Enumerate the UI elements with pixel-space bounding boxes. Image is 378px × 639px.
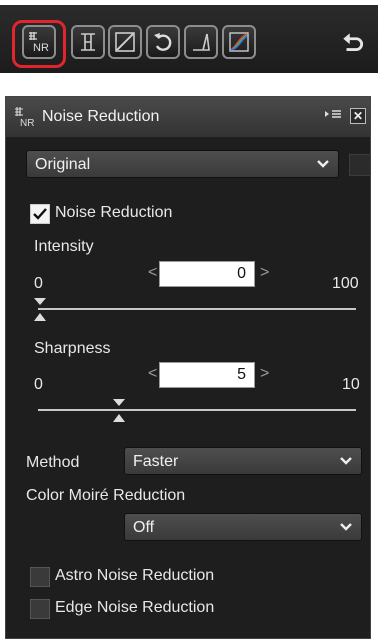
checkmark-icon bbox=[33, 208, 47, 220]
color-moire-label: Color Moiré Reduction bbox=[26, 487, 186, 504]
chevron-down-icon bbox=[340, 457, 352, 465]
intensity-decrement[interactable]: < bbox=[148, 264, 157, 282]
noise-reduction-tool-button[interactable]: NR bbox=[22, 25, 56, 59]
intensity-min: 0 bbox=[34, 275, 43, 292]
preset-apply-checkbox[interactable] bbox=[349, 154, 371, 176]
tool-palette-bar: NR bbox=[0, 0, 378, 78]
panel-title: Noise Reduction bbox=[42, 108, 160, 125]
edge-noise-reduction-checkbox[interactable] bbox=[30, 599, 50, 619]
sharpness-slider-track[interactable] bbox=[38, 409, 356, 411]
perspective-tool-button[interactable] bbox=[71, 25, 105, 59]
intensity-slider-thumb[interactable] bbox=[33, 297, 47, 323]
sharpness-decrement[interactable]: < bbox=[148, 365, 157, 383]
color-moire-value: Off bbox=[133, 519, 155, 536]
noise-reduction-label: Noise Reduction bbox=[55, 204, 173, 221]
noise-reduction-icon: NR bbox=[15, 107, 34, 128]
intensity-slider-track[interactable] bbox=[38, 308, 356, 310]
sharpness-increment[interactable]: > bbox=[260, 365, 269, 383]
levels-curves-tool-button[interactable] bbox=[108, 25, 142, 59]
svg-text:NR: NR bbox=[33, 42, 49, 54]
noise-reduction-icon: NR bbox=[29, 32, 49, 54]
svg-text:NR: NR bbox=[20, 118, 34, 128]
sharpness-slider-thumb[interactable] bbox=[112, 398, 126, 424]
preset-value: Original bbox=[35, 156, 91, 173]
chevron-down-icon bbox=[340, 523, 352, 531]
panel-menu-icon[interactable] bbox=[324, 109, 342, 123]
sharpness-input[interactable]: 5 bbox=[159, 362, 255, 388]
edge-noise-reduction-label: Edge Noise Reduction bbox=[55, 599, 215, 616]
preset-dropdown[interactable]: Original bbox=[26, 150, 339, 178]
astro-noise-reduction-checkbox[interactable] bbox=[30, 567, 50, 587]
panel-header[interactable]: NR Noise Reduction ✕ bbox=[6, 97, 370, 137]
sharpness-min: 0 bbox=[34, 376, 43, 393]
sharpness-label: Sharpness bbox=[34, 340, 111, 357]
close-icon[interactable]: ✕ bbox=[350, 108, 366, 124]
undo-button[interactable] bbox=[338, 27, 368, 57]
method-label: Method bbox=[26, 454, 80, 471]
straighten-tool-button[interactable] bbox=[184, 25, 218, 59]
method-value: Faster bbox=[133, 453, 179, 470]
intensity-label: Intensity bbox=[34, 238, 94, 255]
noise-reduction-checkbox[interactable] bbox=[30, 204, 50, 224]
sharpness-max: 10 bbox=[342, 376, 360, 393]
intensity-increment[interactable]: > bbox=[260, 264, 269, 282]
noise-reduction-panel: NR Noise Reduction ✕ Original Noise Redu… bbox=[5, 96, 371, 639]
intensity-max: 100 bbox=[332, 275, 359, 292]
astro-noise-reduction-label: Astro Noise Reduction bbox=[55, 567, 215, 584]
curve-icon bbox=[115, 32, 135, 52]
chevron-down-icon bbox=[317, 160, 329, 168]
rotate-icon bbox=[154, 33, 172, 51]
straighten-icon bbox=[193, 33, 210, 51]
color-moire-dropdown[interactable]: Off bbox=[124, 513, 362, 541]
rotate-tool-button[interactable] bbox=[146, 25, 180, 59]
perspective-icon bbox=[81, 33, 95, 51]
undo-icon bbox=[343, 33, 363, 51]
color-curve-icon bbox=[229, 32, 249, 52]
intensity-input[interactable]: 0 bbox=[159, 261, 255, 287]
color-curve-tool-button[interactable] bbox=[222, 25, 256, 59]
method-dropdown[interactable]: Faster bbox=[124, 447, 362, 475]
